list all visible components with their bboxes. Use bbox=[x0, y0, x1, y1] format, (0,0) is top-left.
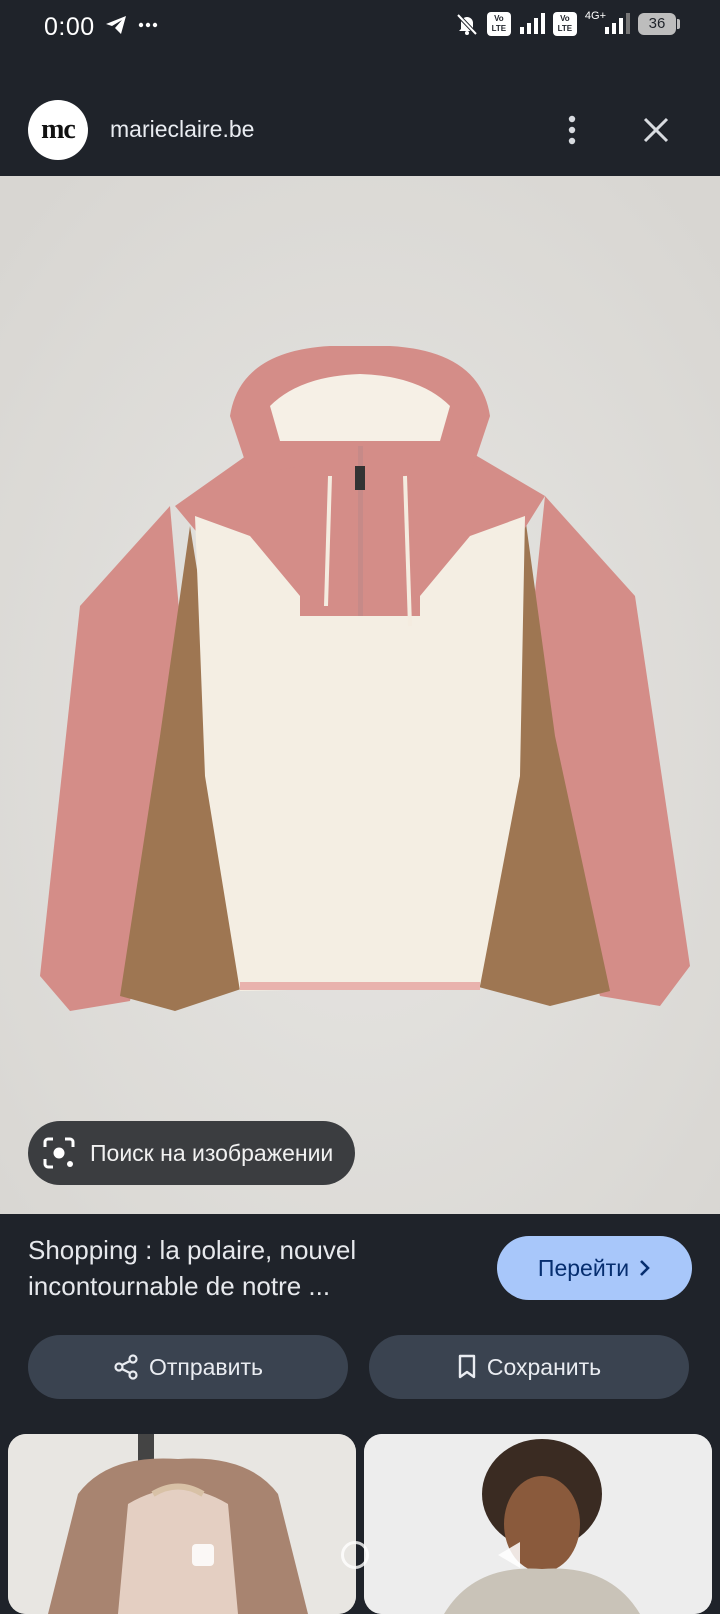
share-icon bbox=[114, 1354, 138, 1380]
network-type: 4G+ bbox=[584, 10, 606, 22]
result-image[interactable]: Поиск на изображении bbox=[0, 176, 720, 1214]
bookmark-icon bbox=[458, 1354, 476, 1379]
site-logo: mc bbox=[28, 100, 88, 160]
search-image-button[interactable]: Поиск на изображении bbox=[28, 1121, 356, 1185]
visit-button[interactable]: Перейти bbox=[497, 1236, 692, 1300]
visit-button-label: Перейти bbox=[537, 1254, 630, 1281]
signal-icon bbox=[519, 13, 545, 34]
result-title[interactable]: Shopping : la polaire, nouvel incontourn… bbox=[28, 1232, 448, 1304]
save-label: Сохранить bbox=[486, 1353, 602, 1380]
chevron-right-icon bbox=[640, 1260, 650, 1276]
back-button[interactable] bbox=[498, 1542, 520, 1568]
lens-icon bbox=[43, 1137, 75, 1169]
signal-icon-2 bbox=[605, 13, 630, 34]
close-button[interactable] bbox=[636, 110, 676, 150]
recents-button[interactable] bbox=[192, 1544, 214, 1566]
site-name[interactable]: marieclaire.be bbox=[110, 116, 254, 143]
status-bar: 0:00 Vo LTE Vo LTE 4G+ 36 bbox=[0, 0, 720, 58]
battery-indicator: 36 bbox=[638, 13, 680, 35]
fleece-jacket-image bbox=[0, 176, 720, 1214]
home-button[interactable] bbox=[341, 1541, 369, 1569]
status-time: 0:00 bbox=[44, 13, 95, 41]
telegram-icon bbox=[106, 16, 126, 34]
more-notifications-icon bbox=[138, 22, 158, 28]
source-header: mc marieclaire.be bbox=[0, 86, 720, 176]
volte-badge-2: Vo LTE bbox=[552, 12, 577, 36]
close-icon bbox=[643, 117, 669, 143]
more-options-button[interactable] bbox=[554, 110, 590, 150]
bell-off-icon bbox=[456, 13, 478, 36]
search-image-label: Поиск на изображении bbox=[90, 1139, 334, 1166]
system-navigation-bar bbox=[0, 1530, 720, 1601]
volte-badge: Vo LTE bbox=[486, 12, 511, 36]
more-vert-icon bbox=[568, 115, 576, 145]
save-button[interactable]: Сохранить bbox=[369, 1335, 689, 1399]
share-button[interactable]: Отправить bbox=[28, 1335, 348, 1399]
share-label: Отправить bbox=[148, 1353, 264, 1380]
